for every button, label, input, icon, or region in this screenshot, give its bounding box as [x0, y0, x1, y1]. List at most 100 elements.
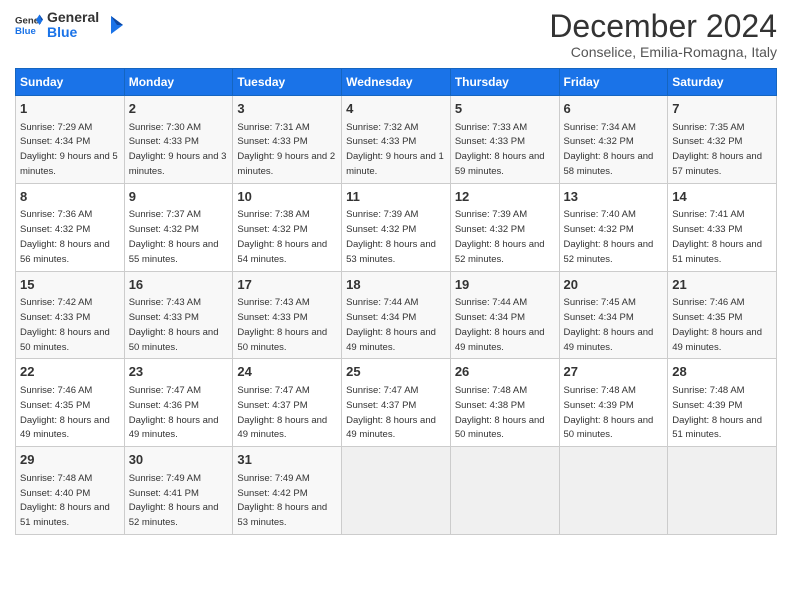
day-info: Sunrise: 7:47 AMSunset: 4:37 PMDaylight:…	[346, 385, 436, 440]
calendar-day-cell	[342, 447, 451, 535]
day-number: 10	[237, 188, 337, 206]
day-number: 26	[455, 363, 555, 381]
day-number: 20	[564, 276, 664, 294]
day-number: 5	[455, 100, 555, 118]
day-info: Sunrise: 7:29 AMSunset: 4:34 PMDaylight:…	[20, 122, 118, 177]
svg-text:Blue: Blue	[15, 26, 36, 37]
day-number: 27	[564, 363, 664, 381]
day-number: 15	[20, 276, 120, 294]
calendar-day-cell: 4 Sunrise: 7:32 AMSunset: 4:33 PMDayligh…	[342, 96, 451, 184]
day-info: Sunrise: 7:48 AMSunset: 4:39 PMDaylight:…	[564, 385, 654, 440]
calendar-day-cell: 13 Sunrise: 7:40 AMSunset: 4:32 PMDaylig…	[559, 183, 668, 271]
day-info: Sunrise: 7:43 AMSunset: 4:33 PMDaylight:…	[129, 297, 219, 352]
calendar-day-cell: 11 Sunrise: 7:39 AMSunset: 4:32 PMDaylig…	[342, 183, 451, 271]
calendar-day-cell: 16 Sunrise: 7:43 AMSunset: 4:33 PMDaylig…	[124, 271, 233, 359]
logo-general: General	[47, 10, 99, 25]
day-number: 30	[129, 451, 229, 469]
day-info: Sunrise: 7:37 AMSunset: 4:32 PMDaylight:…	[129, 209, 219, 264]
day-info: Sunrise: 7:31 AMSunset: 4:33 PMDaylight:…	[237, 122, 335, 177]
header: General Blue General Blue December 2024 …	[15, 10, 777, 60]
day-info: Sunrise: 7:39 AMSunset: 4:32 PMDaylight:…	[455, 209, 545, 264]
day-number: 17	[237, 276, 337, 294]
day-number: 16	[129, 276, 229, 294]
day-number: 9	[129, 188, 229, 206]
day-info: Sunrise: 7:46 AMSunset: 4:35 PMDaylight:…	[20, 385, 110, 440]
day-info: Sunrise: 7:48 AMSunset: 4:38 PMDaylight:…	[455, 385, 545, 440]
day-number: 28	[672, 363, 772, 381]
day-info: Sunrise: 7:38 AMSunset: 4:32 PMDaylight:…	[237, 209, 327, 264]
calendar-day-cell: 14 Sunrise: 7:41 AMSunset: 4:33 PMDaylig…	[668, 183, 777, 271]
calendar-table: Sunday Monday Tuesday Wednesday Thursday…	[15, 68, 777, 535]
location-title: Conselice, Emilia-Romagna, Italy	[549, 44, 777, 60]
calendar-day-cell: 10 Sunrise: 7:38 AMSunset: 4:32 PMDaylig…	[233, 183, 342, 271]
col-thursday: Thursday	[450, 69, 559, 96]
calendar-day-cell: 22 Sunrise: 7:46 AMSunset: 4:35 PMDaylig…	[16, 359, 125, 447]
calendar-day-cell	[559, 447, 668, 535]
calendar-day-cell: 15 Sunrise: 7:42 AMSunset: 4:33 PMDaylig…	[16, 271, 125, 359]
calendar-day-cell: 2 Sunrise: 7:30 AMSunset: 4:33 PMDayligh…	[124, 96, 233, 184]
day-number: 4	[346, 100, 446, 118]
calendar-day-cell: 18 Sunrise: 7:44 AMSunset: 4:34 PMDaylig…	[342, 271, 451, 359]
day-number: 31	[237, 451, 337, 469]
day-number: 23	[129, 363, 229, 381]
day-number: 11	[346, 188, 446, 206]
day-info: Sunrise: 7:43 AMSunset: 4:33 PMDaylight:…	[237, 297, 327, 352]
calendar-day-cell: 20 Sunrise: 7:45 AMSunset: 4:34 PMDaylig…	[559, 271, 668, 359]
calendar-week-row: 1 Sunrise: 7:29 AMSunset: 4:34 PMDayligh…	[16, 96, 777, 184]
day-info: Sunrise: 7:44 AMSunset: 4:34 PMDaylight:…	[346, 297, 436, 352]
day-info: Sunrise: 7:47 AMSunset: 4:36 PMDaylight:…	[129, 385, 219, 440]
day-info: Sunrise: 7:41 AMSunset: 4:33 PMDaylight:…	[672, 209, 762, 264]
calendar-day-cell	[668, 447, 777, 535]
logo-arrow-icon	[103, 14, 125, 36]
calendar-day-cell: 27 Sunrise: 7:48 AMSunset: 4:39 PMDaylig…	[559, 359, 668, 447]
day-info: Sunrise: 7:48 AMSunset: 4:40 PMDaylight:…	[20, 473, 110, 528]
day-info: Sunrise: 7:34 AMSunset: 4:32 PMDaylight:…	[564, 122, 654, 177]
day-info: Sunrise: 7:44 AMSunset: 4:34 PMDaylight:…	[455, 297, 545, 352]
calendar-day-cell: 21 Sunrise: 7:46 AMSunset: 4:35 PMDaylig…	[668, 271, 777, 359]
day-info: Sunrise: 7:47 AMSunset: 4:37 PMDaylight:…	[237, 385, 327, 440]
calendar-week-row: 22 Sunrise: 7:46 AMSunset: 4:35 PMDaylig…	[16, 359, 777, 447]
page: General Blue General Blue December 2024 …	[0, 0, 792, 612]
month-title: December 2024	[549, 10, 777, 42]
calendar-week-row: 8 Sunrise: 7:36 AMSunset: 4:32 PMDayligh…	[16, 183, 777, 271]
day-number: 14	[672, 188, 772, 206]
day-number: 3	[237, 100, 337, 118]
col-wednesday: Wednesday	[342, 69, 451, 96]
day-info: Sunrise: 7:33 AMSunset: 4:33 PMDaylight:…	[455, 122, 545, 177]
day-number: 2	[129, 100, 229, 118]
day-info: Sunrise: 7:46 AMSunset: 4:35 PMDaylight:…	[672, 297, 762, 352]
calendar-day-cell: 3 Sunrise: 7:31 AMSunset: 4:33 PMDayligh…	[233, 96, 342, 184]
day-number: 18	[346, 276, 446, 294]
calendar-day-cell: 24 Sunrise: 7:47 AMSunset: 4:37 PMDaylig…	[233, 359, 342, 447]
day-info: Sunrise: 7:49 AMSunset: 4:41 PMDaylight:…	[129, 473, 219, 528]
day-number: 8	[20, 188, 120, 206]
day-info: Sunrise: 7:40 AMSunset: 4:32 PMDaylight:…	[564, 209, 654, 264]
calendar-week-row: 29 Sunrise: 7:48 AMSunset: 4:40 PMDaylig…	[16, 447, 777, 535]
day-number: 13	[564, 188, 664, 206]
day-number: 29	[20, 451, 120, 469]
day-number: 21	[672, 276, 772, 294]
day-number: 1	[20, 100, 120, 118]
calendar-day-cell: 26 Sunrise: 7:48 AMSunset: 4:38 PMDaylig…	[450, 359, 559, 447]
calendar-day-cell: 1 Sunrise: 7:29 AMSunset: 4:34 PMDayligh…	[16, 96, 125, 184]
col-monday: Monday	[124, 69, 233, 96]
calendar-day-cell: 12 Sunrise: 7:39 AMSunset: 4:32 PMDaylig…	[450, 183, 559, 271]
day-number: 12	[455, 188, 555, 206]
day-number: 22	[20, 363, 120, 381]
calendar-day-cell: 29 Sunrise: 7:48 AMSunset: 4:40 PMDaylig…	[16, 447, 125, 535]
day-number: 25	[346, 363, 446, 381]
day-info: Sunrise: 7:45 AMSunset: 4:34 PMDaylight:…	[564, 297, 654, 352]
day-info: Sunrise: 7:32 AMSunset: 4:33 PMDaylight:…	[346, 122, 444, 177]
day-info: Sunrise: 7:42 AMSunset: 4:33 PMDaylight:…	[20, 297, 110, 352]
calendar-day-cell: 7 Sunrise: 7:35 AMSunset: 4:32 PMDayligh…	[668, 96, 777, 184]
header-row: Sunday Monday Tuesday Wednesday Thursday…	[16, 69, 777, 96]
day-info: Sunrise: 7:48 AMSunset: 4:39 PMDaylight:…	[672, 385, 762, 440]
calendar-day-cell: 17 Sunrise: 7:43 AMSunset: 4:33 PMDaylig…	[233, 271, 342, 359]
calendar-day-cell	[450, 447, 559, 535]
day-info: Sunrise: 7:49 AMSunset: 4:42 PMDaylight:…	[237, 473, 327, 528]
logo-blue: Blue	[47, 25, 99, 40]
day-number: 24	[237, 363, 337, 381]
calendar-day-cell: 9 Sunrise: 7:37 AMSunset: 4:32 PMDayligh…	[124, 183, 233, 271]
day-info: Sunrise: 7:30 AMSunset: 4:33 PMDaylight:…	[129, 122, 227, 177]
col-friday: Friday	[559, 69, 668, 96]
